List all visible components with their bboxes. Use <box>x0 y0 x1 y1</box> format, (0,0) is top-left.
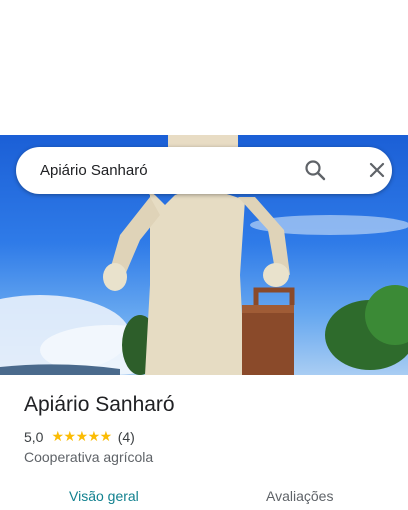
search-icon[interactable] <box>304 159 326 181</box>
rating-row[interactable]: 5,0 ★★★★★ (4) <box>24 428 135 445</box>
search-bar[interactable]: Apiário Sanharó <box>16 147 392 194</box>
review-count[interactable]: (4) <box>118 429 135 445</box>
star-rating-icon: ★★★★★ <box>51 428 112 444</box>
close-icon[interactable] <box>366 159 388 181</box>
rating-value: 5,0 <box>24 428 44 445</box>
place-title: Apiário Sanharó <box>24 393 175 416</box>
tab-reviews[interactable]: Avaliações <box>266 488 333 504</box>
tab-overview[interactable]: Visão geral <box>69 488 139 504</box>
place-tabs: Visão geral Avaliações <box>0 478 408 510</box>
search-input[interactable]: Apiário Sanharó <box>40 162 148 179</box>
place-category[interactable]: Cooperativa agrícola <box>24 449 153 465</box>
